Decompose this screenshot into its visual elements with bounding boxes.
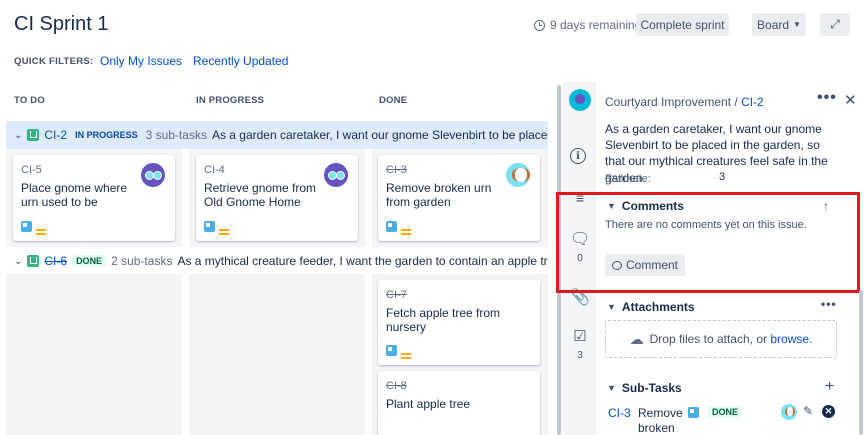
filter-recently-updated[interactable]: Recently Updated bbox=[193, 54, 288, 68]
card-key: CI-3 bbox=[386, 164, 407, 176]
status-badge: DONE bbox=[72, 255, 107, 267]
priority-medium-icon bbox=[219, 229, 229, 231]
card-ci-8[interactable]: CI-8 Plant apple tree bbox=[378, 371, 540, 435]
more-options-icon[interactable]: ••• bbox=[817, 89, 837, 107]
card-summary: Place gnome where urn used to be bbox=[21, 181, 128, 210]
quick-filters-label: QUICK FILTERS: bbox=[14, 56, 94, 67]
column-header-todo: TO DO bbox=[14, 95, 45, 106]
subtask-icon bbox=[386, 221, 397, 232]
estimate-label: Estimate: bbox=[605, 173, 651, 185]
swimlane-key[interactable]: CI-2 bbox=[44, 128, 67, 142]
chevron-down-icon: ▼ bbox=[793, 20, 801, 29]
swimlane-subtasks: 2 sub-tasks bbox=[111, 254, 173, 268]
avatar bbox=[141, 163, 165, 187]
swimlane-ci-2[interactable]: ⌄ CI-2 IN PROGRESS 3 sub-tasks As a gard… bbox=[6, 121, 548, 149]
project-avatar bbox=[569, 89, 591, 111]
card-ci-3[interactable]: CI-3 Remove broken urn from garden bbox=[378, 155, 540, 241]
card-key: CI-8 bbox=[386, 380, 407, 392]
subtask-icon bbox=[21, 221, 32, 232]
swimlane-key[interactable]: CI-6 bbox=[44, 254, 67, 268]
board-button-label: Board bbox=[757, 17, 790, 32]
attachments-title: Attachments bbox=[621, 300, 695, 314]
subtask-icon bbox=[204, 221, 215, 232]
sprint-remaining: 9 days remaining bbox=[534, 18, 641, 32]
story-icon bbox=[27, 255, 40, 267]
avatar bbox=[781, 404, 797, 420]
subtask-key[interactable]: CI-3 bbox=[608, 406, 631, 420]
dropzone-text: Drop files to attach, or browse. bbox=[649, 332, 813, 346]
chevron-down-icon[interactable]: ⌄ bbox=[14, 130, 22, 141]
swimlane-ci-6[interactable]: ⌄ CI-6 DONE 2 sub-tasks As a mythical cr… bbox=[6, 250, 548, 272]
close-icon[interactable]: ✕ bbox=[844, 91, 857, 109]
swimlane-summary: As a mythical creature feeder, I want th… bbox=[177, 254, 548, 268]
chevron-down-icon: ▼ bbox=[607, 383, 616, 393]
info-icon: i bbox=[570, 148, 586, 164]
column-header-done: DONE bbox=[379, 95, 408, 106]
add-subtask-icon[interactable]: + bbox=[825, 378, 834, 396]
board-button[interactable]: Board ▼ bbox=[752, 13, 806, 36]
card-ci-5[interactable]: CI-5 Place gnome where urn used to be bbox=[13, 155, 175, 241]
chevron-down-icon[interactable]: ⌄ bbox=[14, 256, 22, 267]
card-ci-4[interactable]: CI-4 Retrieve gnome from Old Gnome Home bbox=[196, 155, 358, 241]
checkbox-icon: ☑ bbox=[573, 328, 587, 345]
highlight-box bbox=[556, 192, 860, 293]
remaining-text: 9 days remaining bbox=[550, 18, 642, 32]
priority-medium-icon bbox=[401, 229, 411, 231]
story-icon bbox=[27, 129, 40, 141]
card-key: CI-7 bbox=[386, 289, 407, 301]
swimlane-summary: As a garden caretaker, I want our gnome … bbox=[211, 128, 548, 142]
upload-cloud-icon: ☁ bbox=[629, 330, 644, 347]
subtasks-nav-button[interactable]: ☑ bbox=[570, 327, 590, 345]
attachments-section-header[interactable]: ▼ Attachments bbox=[607, 300, 695, 314]
chevron-down-icon: ▼ bbox=[607, 302, 616, 312]
card-key: CI-5 bbox=[21, 164, 42, 176]
subtask-summary: Remove broken bbox=[638, 406, 683, 435]
breadcrumb-issue-key[interactable]: CI-2 bbox=[741, 95, 764, 109]
expand-icon: ⤢ bbox=[830, 17, 840, 31]
subtask-icon bbox=[386, 345, 397, 356]
expand-button[interactable]: ⤢ bbox=[820, 13, 850, 36]
attachments-more-icon[interactable]: ••• bbox=[821, 297, 837, 311]
card-summary: Retrieve gnome from Old Gnome Home bbox=[204, 181, 317, 210]
panel-scrollbar[interactable] bbox=[859, 290, 863, 435]
browse-link[interactable]: browse. bbox=[770, 332, 812, 346]
details-nav-button[interactable]: i bbox=[570, 148, 590, 164]
subtask-icon bbox=[688, 407, 699, 418]
subtasks-section-header[interactable]: ▼ Sub-Tasks bbox=[607, 381, 682, 395]
column-todo-lane2 bbox=[6, 274, 182, 435]
complete-sprint-button[interactable]: Complete sprint bbox=[636, 13, 729, 36]
attachment-dropzone[interactable]: ☁ Drop files to attach, or browse. bbox=[605, 320, 837, 358]
avatar bbox=[506, 163, 530, 187]
priority-medium-icon bbox=[36, 229, 46, 231]
remove-icon[interactable]: ✕ bbox=[822, 405, 835, 418]
card-ci-7[interactable]: CI-7 Fetch apple tree from nursery bbox=[378, 280, 540, 365]
swimlane-subtasks: 3 sub-tasks bbox=[145, 128, 207, 142]
card-key: CI-4 bbox=[204, 164, 225, 176]
card-summary: Remove broken urn from garden bbox=[386, 181, 492, 210]
breadcrumb-project[interactable]: Courtyard Improvement bbox=[605, 95, 731, 109]
clock-icon bbox=[534, 19, 545, 31]
subtask-status-badge[interactable]: DONE bbox=[708, 406, 743, 418]
column-in-progress-lane2 bbox=[189, 274, 365, 435]
status-badge: IN PROGRESS bbox=[75, 130, 138, 140]
card-summary: Plant apple tree bbox=[386, 397, 471, 411]
subtasks-count: 3 bbox=[577, 350, 583, 361]
avatar bbox=[324, 163, 348, 187]
card-summary: Fetch apple tree from nursery bbox=[386, 306, 501, 335]
pencil-icon[interactable]: ✎ bbox=[803, 404, 813, 418]
page-title: CI Sprint 1 bbox=[14, 13, 109, 35]
breadcrumb: Courtyard Improvement / CI-2 bbox=[605, 95, 764, 109]
estimate-value[interactable]: 3 bbox=[719, 171, 725, 183]
subtasks-title: Sub-Tasks bbox=[621, 381, 682, 395]
column-header-in-progress: IN PROGRESS bbox=[196, 95, 265, 106]
priority-medium-icon bbox=[401, 353, 411, 355]
filter-only-my-issues[interactable]: Only My Issues bbox=[100, 54, 182, 68]
